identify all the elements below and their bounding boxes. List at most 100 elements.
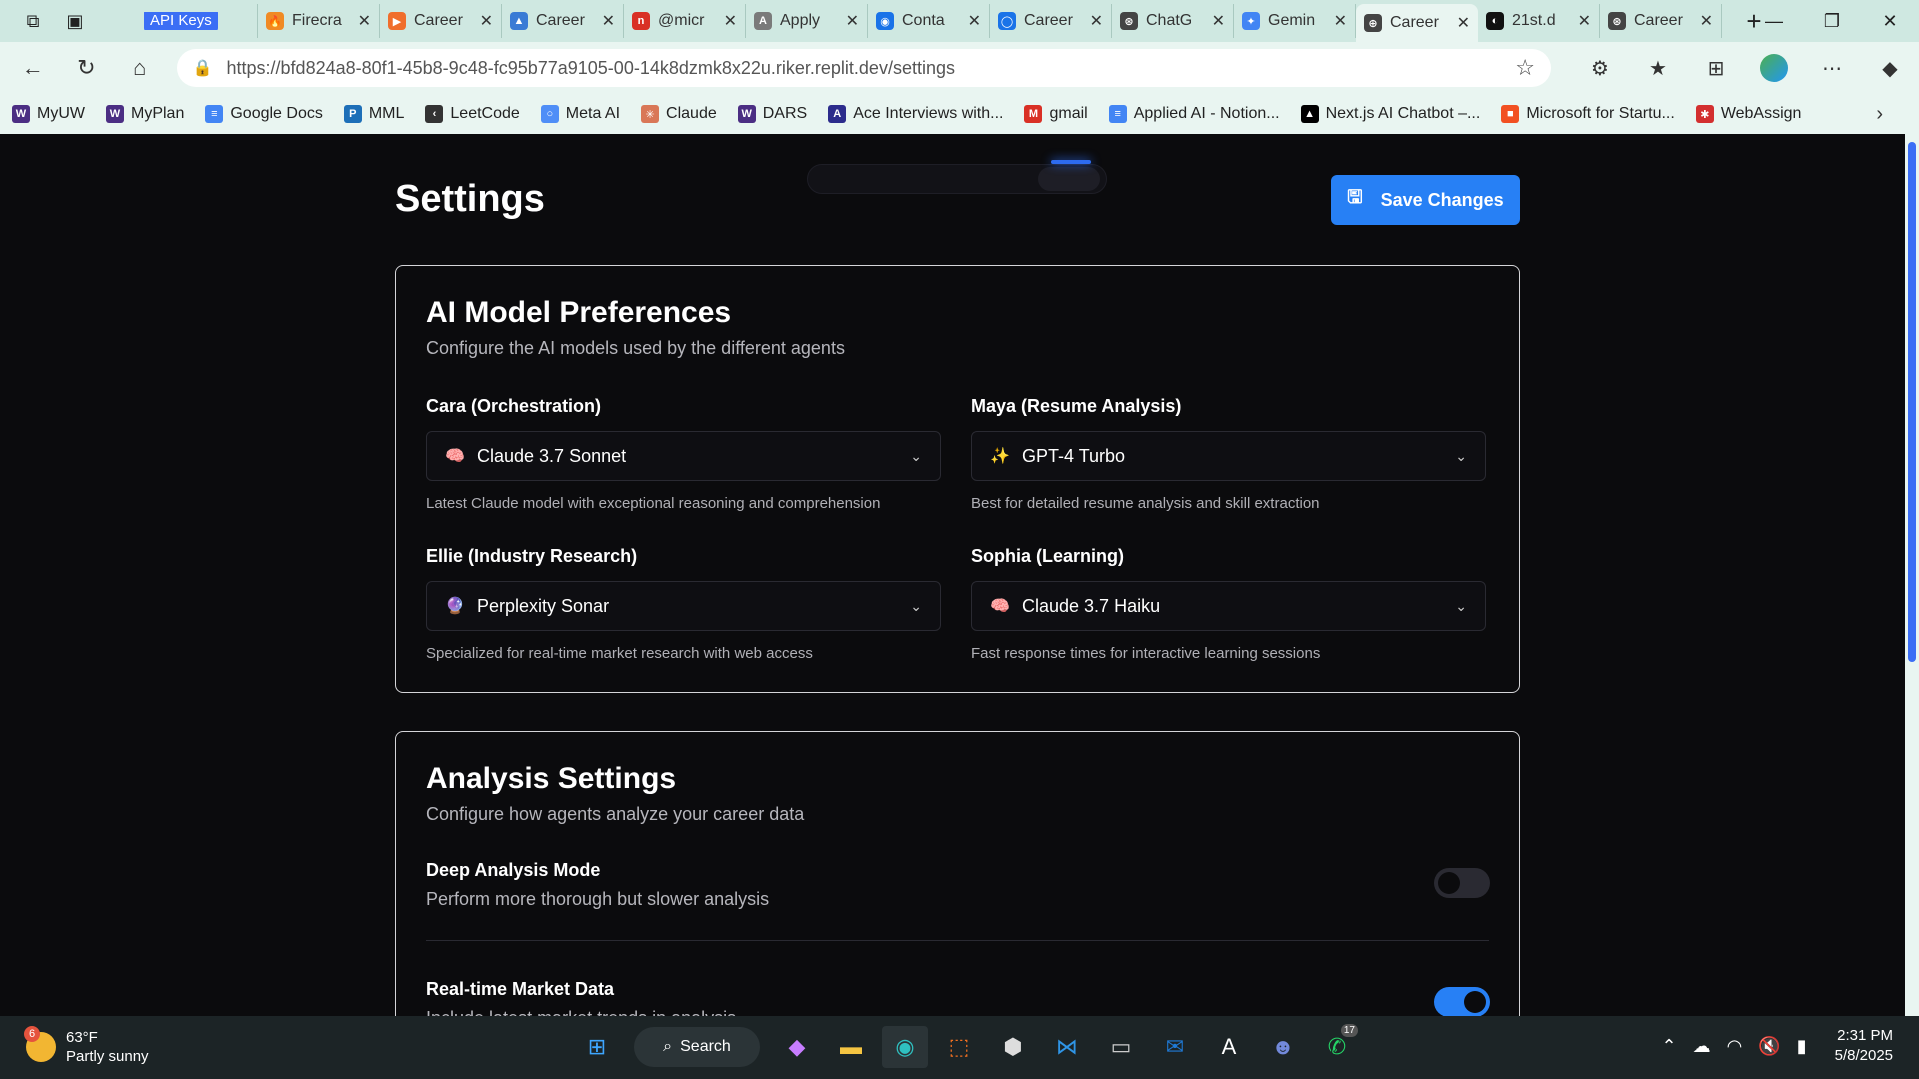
bookmark-item[interactable]: W DARS	[737, 105, 807, 123]
bookmark-item[interactable]: ≡ Google Docs	[205, 105, 323, 123]
url-text[interactable]: https://bfd824a8-80f1-45b8-9c48-fc95b77a…	[227, 58, 1516, 79]
close-tab-icon[interactable]: ✕	[846, 11, 859, 31]
browser-tab[interactable]: n @micr ✕	[624, 4, 746, 38]
browser-tab-bar: ⧉ ▣ KAPI Keys 🔥 Firecra ✕ ▶ Career ✕ ▲ Career ✕ n @…	[0, 0, 1919, 42]
url-bar[interactable]: 🔒 https://bfd824a8-80f1-45b8-9c48-fc95b7…	[176, 49, 1551, 87]
close-tab-icon[interactable]: ✕	[1212, 11, 1225, 31]
app-icon-box[interactable]: ⬢	[990, 1026, 1036, 1068]
extensions-icon[interactable]: ⚙	[1571, 54, 1629, 82]
close-tab-icon[interactable]: ✕	[480, 11, 493, 31]
home-button[interactable]: ⌂	[113, 55, 167, 81]
more-menu-icon[interactable]: ⋯	[1803, 54, 1861, 82]
maximize-button[interactable]: ❐	[1803, 0, 1861, 42]
app-icon-orange[interactable]: ⬚	[936, 1026, 982, 1068]
close-tab-icon[interactable]: ✕	[724, 11, 737, 31]
bookmark-item[interactable]: ■ Microsoft for Startu...	[1501, 105, 1675, 123]
bookmark-item[interactable]: W MyUW	[12, 105, 85, 123]
address-bar-row: ← ↻ ⌂ 🔒 https://bfd824a8-80f1-45b8-9c48-…	[0, 42, 1919, 94]
profile-avatar[interactable]	[1745, 54, 1803, 82]
copilot-app-icon[interactable]: ◆	[774, 1026, 820, 1068]
bookmark-label: gmail	[1049, 105, 1088, 122]
refresh-button[interactable]: ↻	[60, 55, 114, 81]
start-windows-icon[interactable]: ⊞	[574, 1026, 620, 1068]
model-select-maya[interactable]: ✨ GPT-4 Turbo ⌄	[971, 431, 1486, 481]
favorites-icon[interactable]: ★	[1629, 54, 1687, 82]
browser-tab[interactable]: ◯ Career ✕	[990, 4, 1112, 38]
battery-icon[interactable]: ▮	[1797, 1036, 1807, 1057]
bookmark-label: MML	[368, 105, 405, 122]
lock-icon[interactable]: 🔒	[193, 58, 213, 78]
realtime-market-toggle[interactable]	[1434, 987, 1490, 1016]
scrollbar-thumb[interactable]	[1908, 142, 1916, 662]
cloud-icon[interactable]: ☁	[1693, 1036, 1711, 1057]
bookmark-item[interactable]: A Ace Interviews with...	[828, 105, 1003, 123]
close-tab-icon[interactable]: ✕	[1457, 13, 1470, 33]
browser-tab[interactable]: A Apply ✕	[746, 4, 868, 38]
bookmark-item[interactable]: P MML	[343, 105, 405, 123]
browser-tab[interactable]: ⊕ Career ✕	[1356, 4, 1478, 42]
browser-tab[interactable]: ⊛ Career ✕	[1600, 4, 1722, 38]
bookmark-favicon-icon: ≡	[1108, 105, 1127, 123]
bookmark-item[interactable]: ▲ Next.js AI Chatbot –...	[1300, 105, 1480, 123]
discord-icon[interactable]: ☻	[1260, 1026, 1306, 1068]
bookmark-item[interactable]: ✳ Claude	[641, 105, 717, 123]
minimize-button[interactable]: —	[1745, 0, 1803, 42]
bookmark-label: Meta AI	[565, 105, 621, 122]
close-tab-icon[interactable]: ✕	[1578, 11, 1591, 31]
browser-tab[interactable]: ⊛ ChatG ✕	[1112, 4, 1234, 38]
bookmark-favicon-icon: ○	[540, 105, 559, 123]
close-tab-icon[interactable]: ✕	[1700, 11, 1713, 31]
volume-muted-icon[interactable]: 🔇	[1758, 1036, 1780, 1057]
browser-tab[interactable]: KAPI Keys	[136, 4, 258, 38]
tab-label: @micr	[658, 12, 705, 29]
save-changes-button[interactable]: 🖫 Save Changes	[1331, 175, 1520, 225]
model-select-ellie[interactable]: 🔮 Perplexity Sonar ⌄	[426, 581, 941, 631]
app-icon-a[interactable]: A	[1206, 1026, 1252, 1068]
chevron-up-icon[interactable]: ⌃	[1661, 1036, 1676, 1057]
close-tab-icon[interactable]: ✕	[602, 11, 615, 31]
browser-tab[interactable]: ▶ Career ✕	[380, 4, 502, 38]
bookmark-item[interactable]: ‹ LeetCode	[425, 105, 520, 123]
favorite-star-icon[interactable]: ☆	[1515, 55, 1535, 81]
taskbar-search[interactable]: ⌕ Search	[634, 1027, 760, 1067]
close-tab-icon[interactable]: ✕	[1334, 11, 1347, 31]
tab-actions-icon[interactable]: ▣	[54, 0, 96, 42]
copilot-icon[interactable]: ◆	[1861, 54, 1919, 82]
bookmark-item[interactable]: ≡ Applied AI - Notion...	[1108, 105, 1280, 123]
deep-analysis-toggle[interactable]	[1434, 868, 1490, 898]
bookmark-item[interactable]: W MyPlan	[105, 105, 184, 123]
bookmark-item[interactable]: ○ Meta AI	[540, 105, 621, 123]
workspaces-icon[interactable]: ⧉	[12, 0, 54, 42]
analysis-settings-card: Analysis Settings Configure how agents a…	[395, 731, 1520, 1016]
model-select-sophia[interactable]: 🧠 Claude 3.7 Haiku ⌄	[971, 581, 1486, 631]
browser-tab[interactable]: 🔥 Firecra ✕	[258, 4, 380, 38]
back-button[interactable]: ←	[6, 55, 60, 81]
tab-label: Firecra	[292, 12, 342, 29]
close-tab-icon[interactable]: ✕	[358, 11, 371, 31]
browser-tab[interactable]: ✦ Gemin ✕	[1234, 4, 1356, 38]
browser-tab[interactable]: ◐ 21st.d ✕	[1478, 4, 1600, 38]
clock[interactable]: 2:31 PM 5/8/2025	[1835, 1026, 1893, 1066]
header-pill-knob[interactable]	[1038, 167, 1100, 191]
tab-favicon-icon: ◯	[998, 12, 1016, 30]
chevron-right-icon[interactable]: ›	[1876, 103, 1883, 126]
edge-browser-icon[interactable]: ◉	[882, 1026, 928, 1068]
collections-icon[interactable]: ⊞	[1687, 54, 1745, 82]
outlook-icon[interactable]: ✉	[1152, 1026, 1198, 1068]
bookmark-item[interactable]: Mgmail	[1024, 105, 1088, 123]
tab-favicon-icon: n	[632, 12, 650, 30]
file-explorer-icon[interactable]: ▬	[828, 1026, 874, 1068]
close-tab-icon[interactable]: ✕	[1090, 11, 1103, 31]
brain-icon: 🧠	[990, 598, 1010, 615]
close-window-button[interactable]: ✕	[1861, 0, 1919, 42]
terminal-icon[interactable]: ▭	[1098, 1026, 1144, 1068]
browser-tab[interactable]: ◉ Conta ✕	[868, 4, 990, 38]
wifi-icon[interactable]: ◠	[1727, 1036, 1743, 1057]
browser-tab[interactable]: ▲ Career ✕	[502, 4, 624, 38]
close-tab-icon[interactable]: ✕	[968, 11, 981, 31]
whatsapp-icon[interactable]: ✆ 17	[1314, 1024, 1360, 1068]
vscode-icon[interactable]: ⋈	[1044, 1026, 1090, 1068]
weather-widget[interactable]: 6 63°F Partly sunny	[24, 1026, 149, 1066]
bookmark-item[interactable]: ✱ WebAssign	[1695, 105, 1801, 123]
model-select-cara[interactable]: 🧠 Claude 3.7 Sonnet ⌄	[426, 431, 941, 481]
